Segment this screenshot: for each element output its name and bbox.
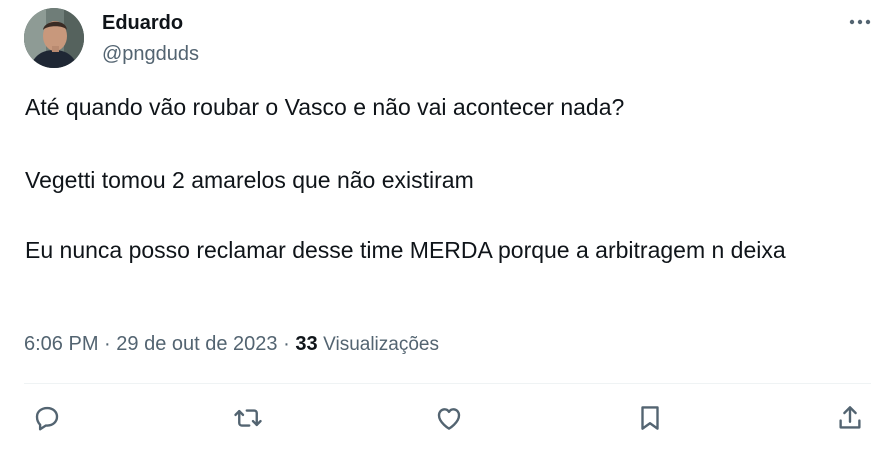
- bookmark-button[interactable]: [628, 396, 672, 440]
- tweet-metadata: 6:06 PM · 29 de out de 2023 · 33 Visuali…: [24, 332, 439, 357]
- author-handle[interactable]: @pngduds: [102, 42, 199, 66]
- separator: ·: [283, 333, 290, 355]
- share-icon: [839, 406, 861, 429]
- tweet-paragraph: Até quando vão roubar o Vasco e não vai …: [25, 94, 625, 120]
- retweet-button[interactable]: [226, 396, 270, 440]
- more-options-button[interactable]: [845, 10, 875, 34]
- action-bar: [0, 396, 879, 440]
- tweet-paragraph: Eu nunca posso reclamar desse time MERDA…: [25, 237, 786, 263]
- heart-icon: [437, 408, 461, 430]
- views-label: Visualizações: [323, 334, 439, 355]
- separator: ·: [104, 333, 111, 355]
- avatar-image: [24, 8, 84, 68]
- tweet-paragraph: Vegetti tomou 2 amarelos que não existir…: [25, 167, 474, 193]
- more-horizontal-icon: [849, 19, 871, 25]
- reply-icon: [35, 406, 59, 431]
- tweet-time[interactable]: 6:06 PM: [24, 333, 98, 355]
- like-button[interactable]: [427, 396, 471, 440]
- avatar[interactable]: [24, 8, 84, 68]
- tweet-date[interactable]: 29 de out de 2023: [116, 333, 277, 355]
- tweet-card: Eduardo @pngduds Até quando vão roubar o…: [0, 0, 879, 452]
- bookmark-icon: [641, 406, 659, 430]
- retweet-icon: [234, 409, 262, 427]
- views-count: 33: [295, 333, 318, 355]
- author-name[interactable]: Eduardo: [102, 11, 183, 35]
- divider: [24, 383, 871, 384]
- share-button[interactable]: [828, 396, 872, 440]
- reply-button[interactable]: [25, 396, 69, 440]
